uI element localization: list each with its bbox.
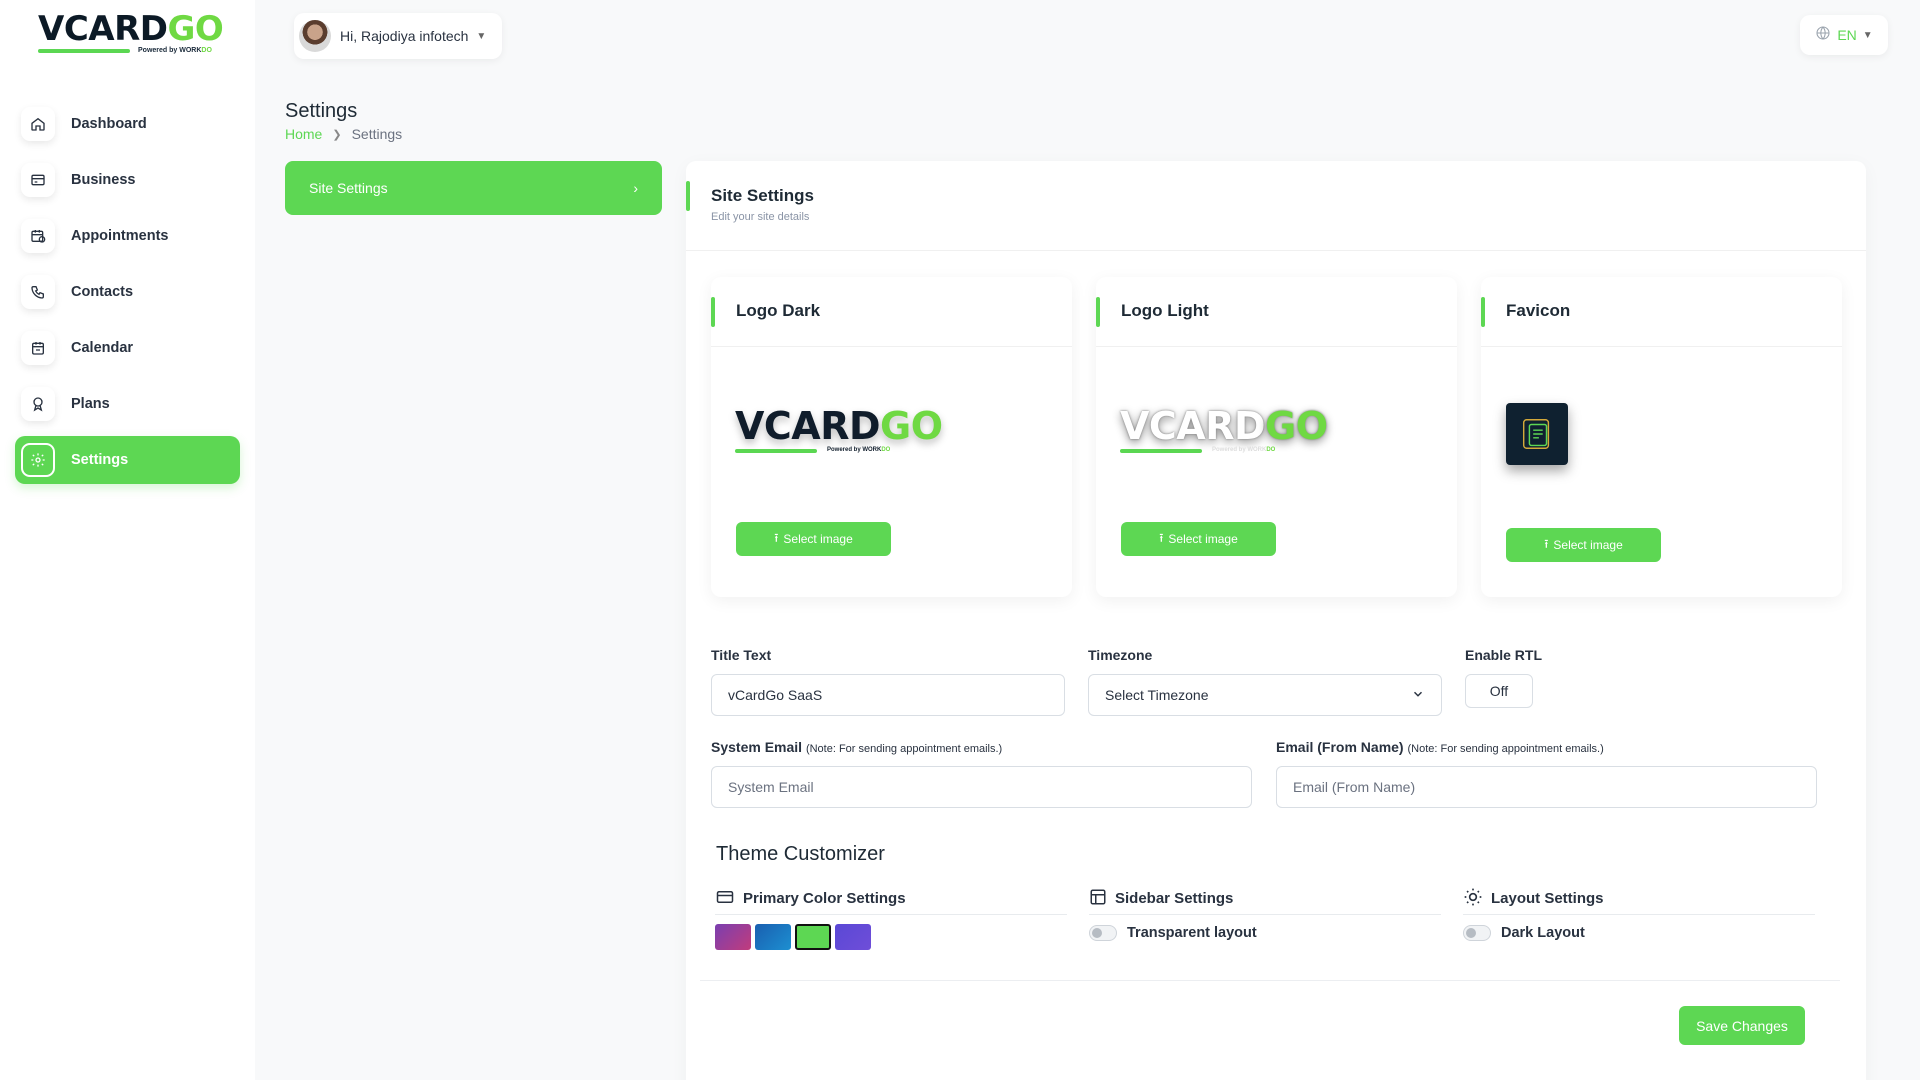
settings-menu-label: Site Settings — [309, 180, 388, 196]
phone-icon — [21, 275, 55, 309]
calendar-clock-icon — [21, 219, 55, 253]
upload-icon: ⭱ — [1544, 536, 1549, 551]
business-card-icon — [21, 163, 55, 197]
title-text-input[interactable] — [711, 674, 1065, 716]
toggle-switch[interactable] — [1463, 925, 1491, 941]
sidebar-item-settings[interactable]: Settings — [15, 436, 240, 484]
site-settings-card: Site Settings Edit your site details Log… — [686, 161, 1866, 1080]
system-email-note: (Note: For sending appointment emails.) — [805, 743, 1003, 755]
globe-icon — [1815, 25, 1831, 46]
save-changes-button[interactable]: Save Changes — [1679, 1006, 1805, 1045]
breadcrumb-home-link[interactable]: Home — [285, 126, 322, 142]
upload-icon: ⭱ — [1159, 530, 1164, 545]
gear-icon — [21, 443, 55, 477]
language-selector[interactable]: EN ▼ — [1800, 15, 1888, 55]
sidebar-settings-header: Sidebar Settings — [1089, 883, 1441, 915]
breadcrumb-current: Settings — [351, 126, 403, 142]
sun-icon — [1463, 887, 1483, 911]
transparent-layout-toggle[interactable]: Transparent layout — [1089, 925, 1257, 941]
dark-layout-label: Dark Layout — [1501, 925, 1585, 941]
divider — [700, 980, 1840, 981]
transparent-layout-label: Transparent layout — [1127, 925, 1257, 941]
sidebar-item-contacts[interactable]: Contacts — [15, 268, 240, 316]
sidebar-item-dashboard[interactable]: Dashboard — [15, 100, 240, 148]
system-email-input[interactable] — [711, 766, 1252, 808]
timezone-value: Select Timezone — [1105, 687, 1209, 703]
chevron-down-icon — [1411, 687, 1425, 704]
sidebar-item-appointments[interactable]: Appointments — [15, 212, 240, 260]
sidebar-item-label: Settings — [71, 452, 129, 468]
chevron-right-icon: ❯ — [332, 128, 342, 141]
theme-customizer-title: Theme Customizer — [716, 843, 885, 865]
sidebar-nav: Dashboard Business Appointments Contacts… — [15, 100, 240, 492]
page-title: Settings — [285, 100, 358, 122]
color-swatch[interactable] — [755, 924, 791, 950]
sidebar-item-label: Plans — [71, 396, 110, 412]
color-swatch[interactable] — [795, 924, 831, 950]
sidebar-item-label: Contacts — [71, 284, 134, 300]
timezone-label: Timezone — [1088, 647, 1153, 663]
user-menu[interactable]: Hi, Rajodiya infotech ▼ — [294, 13, 502, 59]
favicon-select-button[interactable]: ⭱ Select image — [1506, 528, 1661, 562]
favicon-preview — [1506, 403, 1568, 465]
credit-card-icon — [715, 888, 735, 910]
email-from-name-note: (Note: For sending appointment emails.) — [1407, 743, 1604, 755]
calendar-icon — [21, 331, 55, 365]
avatar — [299, 20, 331, 52]
dark-layout-toggle[interactable]: Dark Layout — [1463, 925, 1585, 941]
user-greeting: Hi, Rajodiya infotech — [340, 28, 469, 44]
color-swatch[interactable] — [835, 924, 871, 950]
logo-dark-select-button[interactable]: ⭱ Select image — [736, 522, 891, 556]
home-icon — [21, 107, 55, 141]
brand-logo[interactable]: VCARDGO Powered by WORKDO — [38, 12, 224, 62]
email-from-name-input[interactable] — [1276, 766, 1817, 808]
favicon-title: Favicon — [1506, 301, 1571, 320]
settings-menu-site-settings[interactable]: Site Settings › — [285, 161, 662, 215]
chevron-down-icon: ▼ — [476, 30, 487, 42]
logo-light-card: Logo Light VCARDGO Powered by WORKDO ⭱ S… — [1096, 277, 1457, 597]
logo-light-title: Logo Light — [1121, 301, 1209, 320]
layout-settings-header: Layout Settings — [1463, 883, 1815, 915]
logo-light-preview: VCARDGO Powered by WORKDO — [1120, 404, 1328, 453]
favicon-card: Favicon ⭱ Select image — [1481, 277, 1842, 597]
enable-rtl-label: Enable RTL — [1465, 647, 1543, 663]
system-email-label: System Email (Note: For sending appointm… — [711, 739, 1003, 755]
timezone-select[interactable]: Select Timezone — [1088, 674, 1442, 716]
sidebar-item-calendar[interactable]: Calendar — [15, 324, 240, 372]
enable-rtl-toggle[interactable]: Off — [1465, 674, 1533, 708]
card-header: Site Settings Edit your site details — [686, 161, 1866, 251]
sidebar-item-label: Calendar — [71, 340, 134, 356]
breadcrumb: Home ❯ Settings — [285, 126, 402, 142]
primary-color-swatches — [715, 924, 871, 950]
title-text-label: Title Text — [711, 647, 772, 663]
sidebar-item-label: Dashboard — [71, 116, 147, 132]
sidebar-item-business[interactable]: Business — [15, 156, 240, 204]
email-from-name-label: Email (From Name) (Note: For sending app… — [1276, 739, 1604, 755]
card-subtitle: Edit your site details — [711, 211, 810, 223]
primary-color-settings-header: Primary Color Settings — [715, 883, 1067, 915]
card-title: Site Settings — [711, 186, 814, 205]
logo-light-select-button[interactable]: ⭱ Select image — [1121, 522, 1276, 556]
chevron-down-icon: ▼ — [1862, 29, 1873, 41]
sidebar-item-label: Business — [71, 172, 136, 188]
sidebar-item-plans[interactable]: Plans — [15, 380, 240, 428]
color-swatch[interactable] — [715, 924, 751, 950]
sidebar-item-label: Appointments — [71, 228, 169, 244]
logo-dark-card: Logo Dark VCARDGO Powered by WORKDO ⭱ Se… — [711, 277, 1072, 597]
chevron-right-icon: › — [633, 180, 638, 196]
upload-icon: ⭱ — [774, 530, 779, 545]
award-icon — [21, 387, 55, 421]
toggle-switch[interactable] — [1089, 925, 1117, 941]
logo-dark-title: Logo Dark — [736, 301, 821, 320]
logo-dark-preview: VCARDGO Powered by WORKDO — [735, 404, 943, 453]
layout-icon — [1089, 888, 1107, 910]
language-code: EN — [1837, 27, 1857, 43]
sidebar: VCARDGO Powered by WORKDO Dashboard Busi… — [0, 0, 255, 1080]
